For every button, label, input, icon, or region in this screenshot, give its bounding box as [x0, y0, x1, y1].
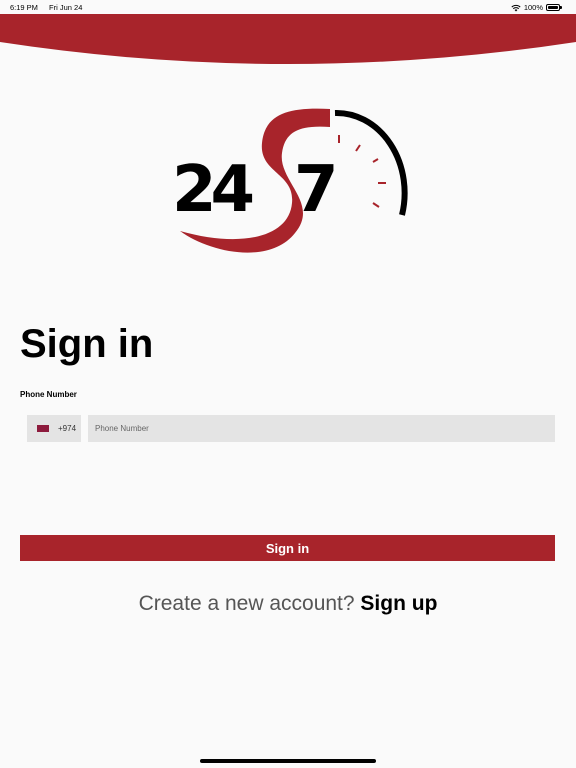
signup-prompt: Create a new account? [138, 592, 355, 615]
status-date: Fri Jun 24 [49, 3, 83, 12]
logo-text-24: 24 [172, 153, 253, 227]
status-time: 6:19 PM [10, 3, 38, 12]
country-code-picker[interactable]: +974 [27, 415, 81, 442]
battery-percent: 100% [523, 3, 543, 12]
app-logo: 24 7 [172, 108, 408, 253]
sign-in-button[interactable]: Sign in [20, 535, 555, 561]
signup-row: Create a new account? Sign up [0, 592, 576, 616]
wifi-icon [511, 4, 521, 11]
status-bar: 6:19 PM Fri Jun 24 100% [0, 0, 576, 14]
status-right: 100% [511, 3, 564, 12]
dial-code: +974 [58, 424, 77, 433]
page-title: Sign in [20, 322, 154, 366]
sign-up-link[interactable]: Sign up [360, 592, 437, 615]
logo-text-7: 7 [294, 153, 339, 227]
status-left: 6:19 PM Fri Jun 24 [10, 3, 91, 12]
battery-icon [546, 3, 564, 12]
home-indicator [200, 759, 376, 763]
phone-number-input[interactable] [88, 415, 555, 442]
qatar-flag-icon [37, 425, 49, 432]
phone-number-label: Phone Number [20, 390, 77, 399]
